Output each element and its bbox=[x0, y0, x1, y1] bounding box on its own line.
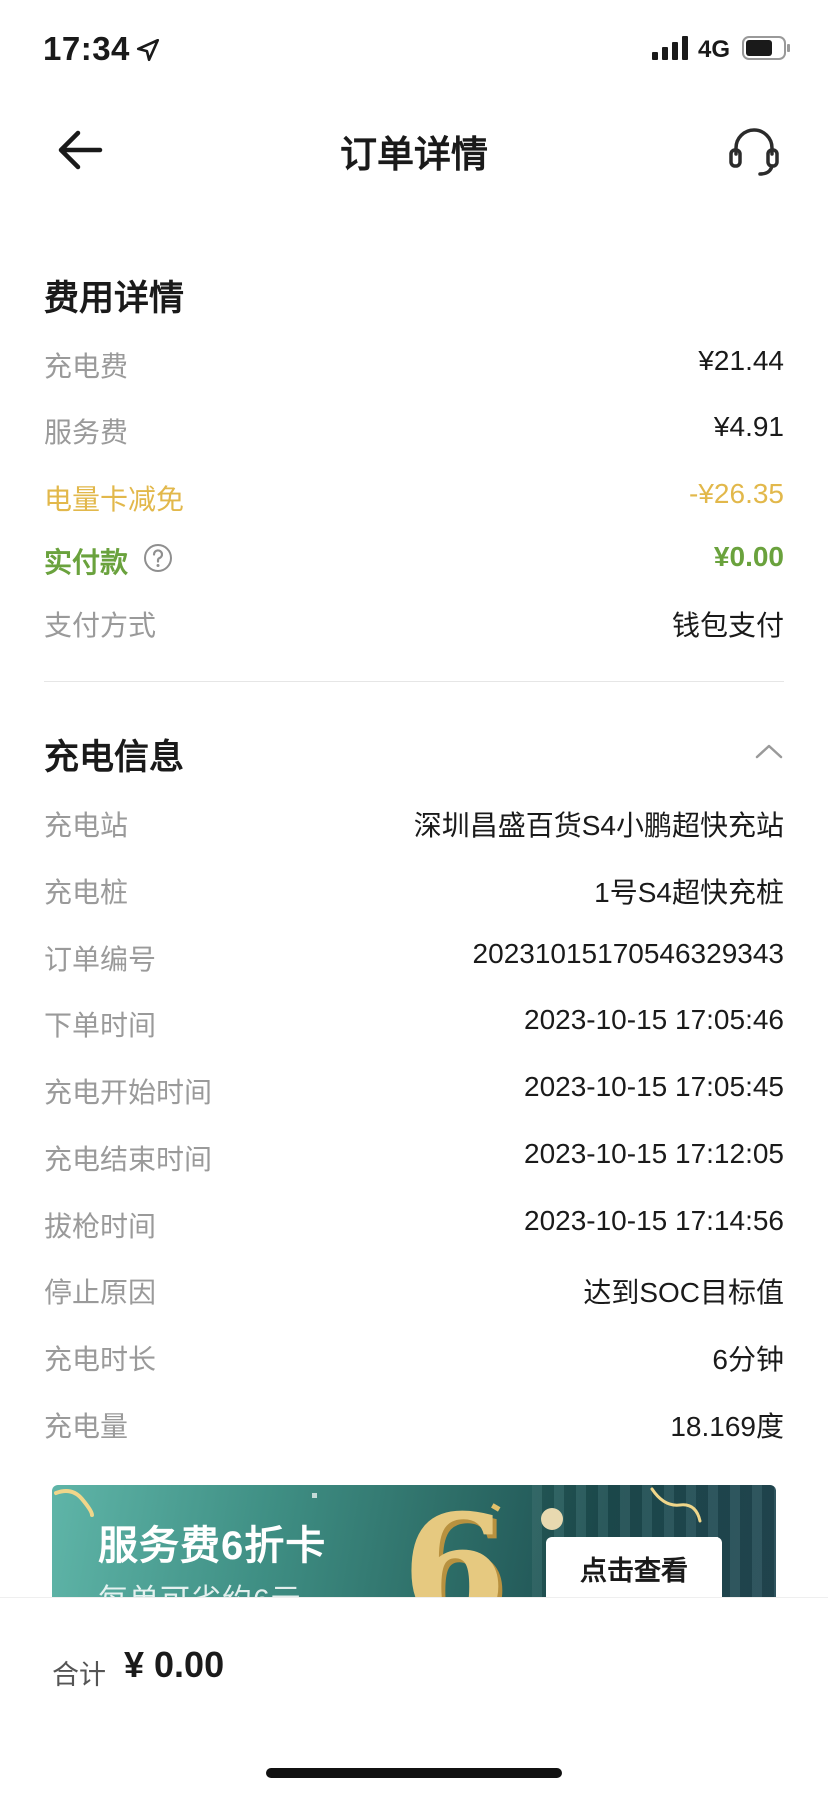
row-label: 服务费 bbox=[44, 417, 129, 448]
fee-row-paid: 实付款 ¥0.00 bbox=[44, 541, 784, 581]
info-row-order-number: 订单编号 20231015170546329343 bbox=[44, 938, 784, 978]
info-row-order-time: 下单时间 2023-10-15 17:05:46 bbox=[44, 1004, 784, 1044]
row-label: 充电时长 bbox=[44, 1344, 157, 1375]
row-label: 充电费 bbox=[44, 351, 129, 382]
view-card-button[interactable]: 点击查看 bbox=[546, 1537, 722, 1597]
row-label: 充电站 bbox=[44, 810, 129, 841]
status-time: 17:34 bbox=[43, 30, 130, 67]
fee-row-payment-method: 支付方式 钱包支付 bbox=[44, 604, 784, 644]
row-value: 达到SOC目标值 bbox=[583, 1277, 784, 1308]
signal-icon bbox=[652, 36, 688, 60]
total-label: 合计 bbox=[52, 1660, 106, 1690]
status-bar: 17:34 4G bbox=[0, 0, 828, 100]
fee-row-discount: 电量卡减免 -¥26.35 bbox=[44, 478, 784, 518]
row-value: 2023-10-15 17:14:56 bbox=[524, 1205, 784, 1236]
headset-icon[interactable] bbox=[724, 122, 784, 178]
info-row-stop-reason: 停止原因 达到SOC目标值 bbox=[44, 1271, 784, 1311]
row-value: 18.169度 bbox=[670, 1411, 784, 1442]
row-label: 充电开始时间 bbox=[44, 1077, 213, 1108]
banner-big-digit: 6 bbox=[402, 1485, 507, 1597]
fee-row-charge: 充电费 ¥21.44 bbox=[44, 345, 784, 385]
info-row-end-time: 充电结束时间 2023-10-15 17:12:05 bbox=[44, 1138, 784, 1178]
banner-subtitle: 每单可省约6元 bbox=[98, 1575, 302, 1597]
row-value: 2023-10-15 17:05:45 bbox=[524, 1071, 784, 1102]
section-title: 充电信息 bbox=[44, 738, 185, 777]
row-value: 20231015170546329343 bbox=[472, 938, 784, 969]
info-row-pile: 充电桩 1号S4超快充桩 bbox=[44, 871, 784, 911]
divider bbox=[44, 681, 784, 682]
home-indicator[interactable] bbox=[266, 1768, 562, 1778]
row-label: 充电桩 bbox=[44, 877, 129, 908]
row-value: 深圳昌盛百货S4小鹏超快充站 bbox=[413, 810, 784, 841]
chevron-up-icon[interactable] bbox=[754, 741, 784, 761]
fee-row-service: 服务费 ¥4.91 bbox=[44, 411, 784, 451]
bottom-total-bar: 合计 ¥ 0.00 bbox=[0, 1597, 828, 1793]
row-value: 钱包支付 bbox=[671, 610, 784, 641]
banner-title: 服务费6折卡 bbox=[98, 1524, 327, 1568]
page-title: 订单详情 bbox=[340, 134, 488, 175]
info-row-station: 充电站 深圳昌盛百货S4小鹏超快充站 bbox=[44, 804, 784, 844]
row-value: 1号S4超快充桩 bbox=[594, 877, 784, 908]
row-label: 支付方式 bbox=[44, 610, 157, 641]
row-label: 充电量 bbox=[44, 1411, 129, 1442]
info-row-unplug-time: 拔枪时间 2023-10-15 17:14:56 bbox=[44, 1205, 784, 1245]
total-value: ¥ 0.00 bbox=[124, 1644, 225, 1685]
row-label: 下单时间 bbox=[44, 1010, 157, 1041]
section-title: 费用详情 bbox=[44, 279, 185, 318]
location-arrow-icon bbox=[136, 38, 160, 62]
row-value: 2023-10-15 17:05:46 bbox=[524, 1004, 784, 1035]
help-icon[interactable] bbox=[142, 542, 174, 574]
battery-icon bbox=[742, 36, 790, 60]
info-row-duration: 充电时长 6分钟 bbox=[44, 1338, 784, 1378]
row-value: ¥21.44 bbox=[698, 345, 784, 376]
network-type: 4G bbox=[698, 36, 731, 63]
row-value: 6分钟 bbox=[712, 1344, 784, 1375]
row-label: 充电结束时间 bbox=[44, 1144, 213, 1175]
row-label: 订单编号 bbox=[44, 944, 157, 975]
info-row-energy: 充电量 18.169度 bbox=[44, 1405, 784, 1445]
row-label: 停止原因 bbox=[44, 1277, 157, 1308]
row-value: ¥4.91 bbox=[713, 411, 784, 442]
row-label: 实付款 bbox=[44, 547, 129, 578]
info-row-start-time: 充电开始时间 2023-10-15 17:05:45 bbox=[44, 1071, 784, 1111]
promo-banner[interactable]: 服务费6折卡 每单可省约6元 6 点击查看 bbox=[52, 1485, 776, 1597]
row-label: 电量卡减免 bbox=[44, 484, 185, 515]
row-value: 2023-10-15 17:12:05 bbox=[524, 1138, 784, 1169]
nav-bar: 订单详情 bbox=[0, 100, 828, 200]
row-value: -¥26.35 bbox=[689, 478, 784, 509]
row-value: ¥0.00 bbox=[713, 541, 784, 572]
row-label: 拔枪时间 bbox=[44, 1211, 157, 1242]
